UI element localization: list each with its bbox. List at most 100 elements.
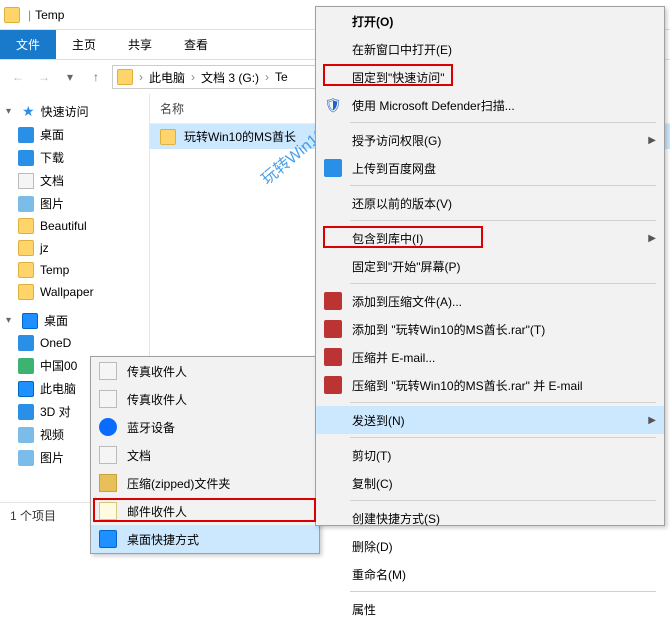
sidebar-item-downloads[interactable]: 下载 xyxy=(0,146,149,169)
caret-down-icon: ▾ xyxy=(6,106,16,117)
nav-dropdown-button[interactable]: ▾ xyxy=(60,67,80,87)
menu-defender-scan[interactable]: 🛡使用 Microsoft Defender扫描... xyxy=(316,91,664,119)
fax-icon xyxy=(99,362,117,380)
menu-send-to[interactable]: 发送到(N)▶ xyxy=(316,406,664,434)
picture-icon xyxy=(18,450,34,466)
menu-add-archive[interactable]: 添加到压缩文件(A)... xyxy=(316,287,664,315)
menu-copy[interactable]: 复制(C) xyxy=(316,469,664,497)
menu-separator xyxy=(350,185,656,186)
folder-icon xyxy=(18,218,34,234)
desktop-icon xyxy=(18,127,34,143)
menu-open-new-window[interactable]: 在新窗口中打开(E) xyxy=(316,35,664,63)
monitor-icon xyxy=(22,313,38,329)
sidebar-item-jz[interactable]: jz xyxy=(0,237,149,259)
menu-fax-recipient[interactable]: 传真收件人 xyxy=(91,385,319,413)
chevron-right-icon: › xyxy=(189,70,197,84)
picture-icon xyxy=(18,196,34,212)
menu-separator xyxy=(350,500,656,501)
baidu-icon xyxy=(324,159,342,177)
menu-desktop-shortcut[interactable]: 桌面快捷方式 xyxy=(91,525,319,553)
sidebar-item-beautiful[interactable]: Beautiful xyxy=(0,215,149,237)
document-icon xyxy=(18,173,34,189)
sidebar-item-wallpaper[interactable]: Wallpaper xyxy=(0,281,149,303)
monitor-icon xyxy=(99,530,117,548)
menu-rename[interactable]: 重命名(M) xyxy=(316,560,664,588)
file-name: 玩转Win10的MS酋长 xyxy=(184,128,296,145)
menu-properties[interactable]: 属性 xyxy=(316,595,664,623)
menu-mail-recipient[interactable]: 邮件收件人 xyxy=(91,497,319,525)
tab-home[interactable]: 主页 xyxy=(56,30,112,59)
menu-fax-recipient[interactable]: 传真收件人 xyxy=(91,357,319,385)
shield-icon: 🛡 xyxy=(324,96,342,114)
chevron-right-icon: › xyxy=(137,70,145,84)
breadcrumb-root[interactable]: 此电脑 xyxy=(145,69,189,86)
document-icon xyxy=(99,446,117,464)
menu-compress-named-email[interactable]: 压缩到 "玩转Win10的MS酋长.rar" 并 E-mail xyxy=(316,371,664,399)
menu-separator xyxy=(350,437,656,438)
rar-icon xyxy=(324,376,342,394)
bluetooth-icon xyxy=(99,418,117,436)
context-menu: 打开(O) 在新窗口中打开(E) 固定到"快速访问" 🛡使用 Microsoft… xyxy=(315,6,665,526)
titlebar-separator: | xyxy=(28,8,31,22)
chevron-right-icon: ▶ xyxy=(648,233,656,244)
tab-share[interactable]: 共享 xyxy=(112,30,168,59)
sidebar-item-temp[interactable]: Temp xyxy=(0,259,149,281)
caret-down-icon: ▾ xyxy=(6,315,16,326)
menu-pin-quick-access[interactable]: 固定到"快速访问" xyxy=(316,63,664,91)
folder-icon xyxy=(117,69,133,85)
folder-icon xyxy=(4,7,20,23)
menu-separator xyxy=(350,122,656,123)
nav-back-button[interactable]: ← xyxy=(8,67,28,87)
nav-forward-button[interactable]: → xyxy=(34,67,54,87)
nav-up-button[interactable]: ↑ xyxy=(86,67,106,87)
sidebar-item-desktop[interactable]: 桌面 xyxy=(0,123,149,146)
chevron-right-icon: ▶ xyxy=(648,415,656,426)
user-icon xyxy=(18,358,34,374)
menu-restore-previous[interactable]: 还原以前的版本(V) xyxy=(316,189,664,217)
rar-icon xyxy=(324,320,342,338)
download-icon xyxy=(18,150,34,166)
menu-compress-email[interactable]: 压缩并 E-mail... xyxy=(316,343,664,371)
tab-file[interactable]: 文件 xyxy=(0,30,56,59)
menu-grant-access[interactable]: 授予访问权限(G)▶ xyxy=(316,126,664,154)
menu-include-library[interactable]: 包含到库中(I)▶ xyxy=(316,224,664,252)
window-title: Temp xyxy=(35,8,64,22)
video-icon xyxy=(18,427,34,443)
menu-documents[interactable]: 文档 xyxy=(91,441,319,469)
menu-separator xyxy=(350,591,656,592)
fax-icon xyxy=(99,390,117,408)
pc-icon xyxy=(18,381,34,397)
menu-open[interactable]: 打开(O) xyxy=(316,7,664,35)
zip-icon xyxy=(99,474,117,492)
folder-icon xyxy=(160,129,176,145)
menu-cut[interactable]: 剪切(T) xyxy=(316,441,664,469)
menu-separator xyxy=(350,402,656,403)
menu-compressed-folder[interactable]: 压缩(zipped)文件夹 xyxy=(91,469,319,497)
menu-delete[interactable]: 删除(D) xyxy=(316,532,664,560)
chevron-right-icon: ▶ xyxy=(648,135,656,146)
tab-view[interactable]: 查看 xyxy=(168,30,224,59)
cube-icon xyxy=(18,404,34,420)
sidebar-desktop-header[interactable]: ▾ 桌面 xyxy=(0,309,149,332)
menu-separator xyxy=(350,283,656,284)
cloud-icon xyxy=(18,335,34,351)
status-text: 1 个项目 xyxy=(10,509,56,523)
breadcrumb-drive[interactable]: 文档 3 (G:) xyxy=(197,69,263,86)
breadcrumb-folder[interactable]: Te xyxy=(271,70,292,84)
menu-upload-baidu[interactable]: 上传到百度网盘 xyxy=(316,154,664,182)
rar-icon xyxy=(324,348,342,366)
star-icon: ★ xyxy=(22,103,35,120)
menu-separator xyxy=(350,220,656,221)
menu-create-shortcut[interactable]: 创建快捷方式(S) xyxy=(316,504,664,532)
sendto-submenu: 传真收件人 传真收件人 蓝牙设备 文档 压缩(zipped)文件夹 邮件收件人 … xyxy=(90,356,320,554)
menu-pin-start[interactable]: 固定到"开始"屏幕(P) xyxy=(316,252,664,280)
menu-bluetooth[interactable]: 蓝牙设备 xyxy=(91,413,319,441)
folder-icon xyxy=(18,240,34,256)
rar-icon xyxy=(324,292,342,310)
sidebar-item-onedrive[interactable]: OneD xyxy=(0,332,149,354)
menu-add-named-archive[interactable]: 添加到 "玩转Win10的MS酋长.rar"(T) xyxy=(316,315,664,343)
sidebar-item-documents[interactable]: 文档 xyxy=(0,169,149,192)
chevron-right-icon: › xyxy=(263,70,271,84)
sidebar-quick-access[interactable]: ▾ ★ 快速访问 xyxy=(0,100,149,123)
sidebar-item-pictures[interactable]: 图片 xyxy=(0,192,149,215)
